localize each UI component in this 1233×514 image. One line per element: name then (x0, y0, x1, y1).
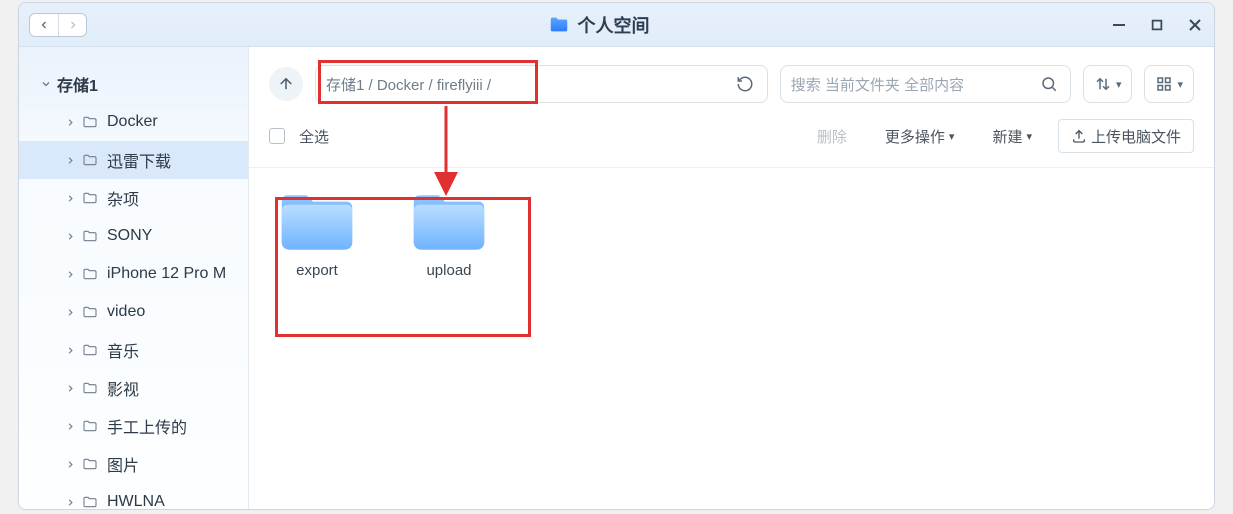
view-mode-button[interactable]: ▾ (1144, 65, 1194, 103)
sidebar-item-label: Docker (107, 113, 158, 131)
folder-icon (548, 14, 570, 36)
sidebar-item-label: 音乐 (107, 338, 139, 362)
close-button[interactable] (1186, 16, 1204, 34)
titlebar: 个人空间 (19, 3, 1214, 47)
toolbar-actions: 全选 删除 更多操作 ▾ 新建 ▾ 上传电脑文件 (249, 111, 1214, 168)
window-title-area: 个人空间 (87, 12, 1110, 38)
sidebar-item-label: iPhone 12 Pro M (107, 265, 226, 283)
chevron-down-icon: ▾ (949, 130, 955, 143)
chevron-right-icon (63, 421, 77, 432)
sidebar-item[interactable]: Docker (19, 103, 248, 141)
sidebar-item-label: SONY (107, 227, 152, 245)
folder-icon (277, 188, 357, 252)
folder-outline-icon (81, 456, 99, 472)
folder-outline-icon (81, 152, 99, 168)
sidebar-root[interactable]: 存储1 (19, 65, 248, 103)
sidebar-item-label: 图片 (107, 452, 139, 476)
reload-button[interactable] (733, 75, 757, 93)
body: 存储1 Docker 迅雷下载杂项 SONY iPhone 12 Pro M video… (19, 47, 1214, 509)
chevron-down-icon (39, 78, 53, 90)
sidebar-item[interactable]: 手工上传的 (19, 407, 248, 445)
chevron-right-icon (63, 269, 77, 280)
main: 存储1 / Docker / fireflyiii / 搜索 当前文件夹 全部内… (249, 47, 1214, 509)
select-all-checkbox[interactable] (269, 128, 285, 144)
new-label: 新建 (992, 126, 1022, 147)
sidebar-item[interactable]: 迅雷下载 (19, 141, 248, 179)
chevron-down-icon: ▾ (1177, 78, 1183, 91)
sidebar-item[interactable]: 图片 (19, 445, 248, 483)
folder-item[interactable]: upload (401, 188, 497, 279)
upload-button[interactable]: 上传电脑文件 (1058, 119, 1194, 153)
folder-outline-icon (81, 342, 99, 358)
chevron-right-icon (63, 497, 77, 508)
sidebar-item-label: 手工上传的 (107, 414, 187, 438)
chevron-right-icon (63, 117, 77, 128)
sidebar-item[interactable]: 杂项 (19, 179, 248, 217)
search-icon (1038, 75, 1060, 93)
window-title: 个人空间 (578, 12, 650, 38)
chevron-right-icon (63, 307, 77, 318)
folder-outline-icon (81, 418, 99, 434)
back-button[interactable] (30, 14, 58, 36)
folder-outline-icon (81, 304, 99, 320)
folder-outline-icon (81, 190, 99, 206)
folder-icon (409, 188, 489, 252)
sidebar-item-label: 迅雷下载 (107, 148, 171, 172)
folder-outline-icon (81, 228, 99, 244)
more-actions-button[interactable]: 更多操作 ▾ (873, 119, 967, 153)
maximize-button[interactable] (1148, 16, 1166, 34)
sidebar-root-label: 存储1 (57, 72, 98, 96)
sidebar-item[interactable]: 影视 (19, 369, 248, 407)
select-all-label: 全选 (299, 126, 329, 147)
sidebar-item[interactable]: HWLNA (19, 483, 248, 509)
folder-outline-icon (81, 114, 99, 130)
more-actions-label: 更多操作 (885, 126, 945, 147)
chevron-right-icon (63, 345, 77, 356)
content: export upload (249, 168, 1214, 509)
chevron-right-icon (63, 193, 77, 204)
sidebar-item-label: HWLNA (107, 493, 165, 509)
window-controls (1110, 16, 1204, 34)
path-box[interactable]: 存储1 / Docker / fireflyiii / (315, 65, 768, 103)
upload-label: 上传电脑文件 (1091, 126, 1181, 147)
sidebar-item[interactable]: SONY (19, 217, 248, 255)
search-box[interactable]: 搜索 当前文件夹 全部内容 (780, 65, 1071, 103)
sidebar-item-label: video (107, 303, 145, 321)
minimize-button[interactable] (1110, 16, 1128, 34)
sidebar-item-label: 影视 (107, 376, 139, 400)
folder-outline-icon (81, 380, 99, 396)
up-button[interactable] (269, 67, 303, 101)
sort-button[interactable]: ▾ (1083, 65, 1133, 103)
folder-item[interactable]: export (269, 188, 365, 279)
nav-buttons (29, 13, 87, 37)
delete-button[interactable]: 删除 (805, 119, 859, 153)
toolbar-path: 存储1 / Docker / fireflyiii / 搜索 当前文件夹 全部内… (249, 47, 1214, 111)
sidebar-item-label: 杂项 (107, 186, 139, 210)
folder-outline-icon (81, 494, 99, 509)
chevron-right-icon (63, 231, 77, 242)
sidebar-item[interactable]: 音乐 (19, 331, 248, 369)
chevron-down-icon: ▾ (1026, 130, 1032, 143)
item-grid: export upload (269, 188, 1194, 279)
breadcrumb: 存储1 / Docker / fireflyiii / (326, 74, 733, 95)
window: 个人空间 存储1 Docker 迅雷下载杂项 SONY iPhone 12 Pro M… (18, 2, 1215, 510)
folder-name: export (296, 262, 338, 279)
sidebar-item[interactable]: iPhone 12 Pro M (19, 255, 248, 293)
folder-outline-icon (81, 266, 99, 282)
chevron-right-icon (63, 459, 77, 470)
search-placeholder: 搜索 当前文件夹 全部内容 (791, 74, 1038, 95)
chevron-down-icon: ▾ (1116, 78, 1122, 91)
sidebar-item[interactable]: video (19, 293, 248, 331)
sidebar: 存储1 Docker 迅雷下载杂项 SONY iPhone 12 Pro M video… (19, 47, 249, 509)
chevron-right-icon (63, 155, 77, 166)
new-button[interactable]: 新建 ▾ (980, 119, 1044, 153)
folder-name: upload (426, 262, 471, 279)
forward-button[interactable] (58, 14, 86, 36)
chevron-right-icon (63, 383, 77, 394)
